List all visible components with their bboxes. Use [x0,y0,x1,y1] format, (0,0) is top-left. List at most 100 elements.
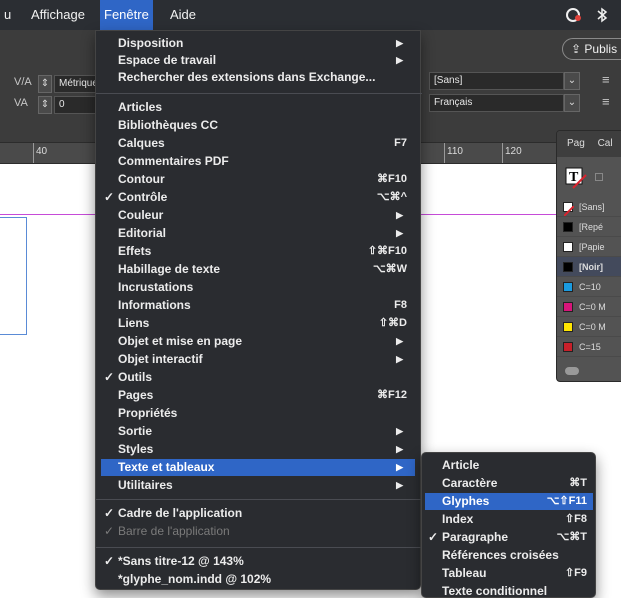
text-frame-edge [26,217,27,334]
menu-item-pages[interactable]: Pages ⌘F12 [101,387,415,404]
menu-item-styles[interactable]: Styles ▶ [101,441,415,458]
swatch-chip [563,282,573,292]
ruler-tick [502,143,503,163]
submenu-item-shortcut: ⌥⇧F11 [546,495,587,507]
menu-item-sortie[interactable]: Sortie ▶ [101,423,415,440]
menu-item-bibliotheques-cc[interactable]: Bibliothèques CC [101,117,415,134]
menu-item-label: *glyphe_nom.indd @ 102% [118,572,272,586]
tracking-stepper[interactable]: ⇕ [38,75,52,93]
align-left-icon[interactable]: ≡ [602,72,610,87]
menu-item-barre-de-l-application[interactable]: ✓ Barre de l'application [101,523,415,540]
swatch-row[interactable]: [Sans] [557,197,621,217]
menu-item-informations[interactable]: Informations F8 [101,297,415,314]
menu-item-effets[interactable]: Effets ⇧⌘F10 [101,243,415,260]
menubar-item-aide[interactable]: Aide [166,0,200,30]
menu-item-contour[interactable]: Contour ⌘F10 [101,171,415,188]
menu-item-incrustations[interactable]: Incrustations [101,279,415,296]
submenu-item-label: Caractère [442,476,498,490]
menu-item-texte-et-tableaux[interactable]: Texte et tableaux ▶ [101,459,415,476]
ruler-label: 110 [447,146,463,157]
menu-item-label: Objet interactif [118,352,203,366]
swatch-row[interactable]: C=0 M [557,297,621,317]
checkmark-icon: ✓ [428,530,439,544]
bluetooth-icon[interactable] [594,7,610,23]
submenu-item-article[interactable]: Article [425,457,593,474]
submenu-item-label: Article [442,458,480,472]
menu-item-label: Utilitaires [118,478,173,492]
submenu-item-index[interactable]: Index ⇧F8 [425,511,593,528]
swatch-row[interactable]: [Repé [557,217,621,237]
menu-item-glyphe-nom-indd-102[interactable]: *glyphe_nom.indd @ 102% [101,571,415,588]
menu-item-label: Objet et mise en page [118,334,243,348]
tracking-input[interactable]: Métrique [54,75,96,93]
menu-item-articles[interactable]: Articles [101,99,415,116]
menubar-item-affichage[interactable]: Affichage [27,0,89,30]
menu-bar: u Affichage Fenêtre Aide [0,0,621,30]
menu-item-shortcut: ⌥⌘^ [376,191,407,203]
swatch-row[interactable]: C=15 [557,337,621,357]
cloud-icon[interactable] [565,367,579,375]
publish-button[interactable]: ⇪ Publis [562,38,621,60]
menu-item-label: Incrustations [118,280,194,294]
chevron-down-icon[interactable]: ⌄ [564,94,580,112]
kerning-input[interactable]: 0 [54,96,96,114]
submenu-item-shortcut: ⌥⌘T [556,531,587,543]
submenu-item-label: Tableau [442,566,487,580]
menu-item-editorial[interactable]: Editorial ▶ [101,225,415,242]
creative-cloud-icon[interactable] [566,7,582,23]
submenu-item-tableau[interactable]: Tableau ⇧F9 [425,565,593,582]
menu-item-controle[interactable]: ✓ Contrôle ⌥⌘^ [101,189,415,206]
submenu-arrow-icon: ▶ [396,426,403,436]
menu-item-espace-de-travail[interactable]: Espace de travail ▶ [101,52,415,69]
menu-item-disposition[interactable]: Disposition ▶ [101,35,415,52]
ruler-label: 120 [505,146,522,157]
submenu-item-paragraphe[interactable]: ✓ Paragraphe ⌥⌘T [425,529,593,546]
swatch-chip [563,222,573,232]
character-style-select[interactable]: [Sans] [429,72,564,90]
tab-calques[interactable]: Cal [588,138,613,149]
menubar-item-fenetre[interactable]: Fenêtre [100,0,153,30]
menu-item-objet-et-mise-en-page[interactable]: Objet et mise en page ▶ [101,333,415,350]
menu-item-couleur[interactable]: Couleur ▶ [101,207,415,224]
submenu-item-glyphes[interactable]: Glyphes ⌥⇧F11 [425,493,593,510]
menu-item-rechercher-des-extensions-dans-exchange[interactable]: Rechercher des extensions dans Exchange.… [101,69,415,86]
tab-pages[interactable]: Pag [557,138,585,149]
menu-item-shortcut: ⌘F10 [377,173,407,185]
submenu-item-label: Paragraphe [442,530,509,544]
align-center-icon[interactable]: ≡ [602,94,610,109]
submenu-item-references-croisees[interactable]: Références croisées [425,547,593,564]
submenu-item-label: Index [442,512,474,526]
menu-item-utilitaires[interactable]: Utilitaires ▶ [101,477,415,494]
swatch-row[interactable]: [Noir] [557,257,621,277]
swatch-chip [563,322,573,332]
menubar-item-partial[interactable]: u [0,0,15,30]
swatches-panel: Pag Cal T [Sans] [Repé [Papie [Noir] C=10 C=0… [556,130,621,382]
menu-item-liens[interactable]: Liens ⇧⌘D [101,315,415,332]
share-icon: ⇪ [571,42,585,56]
menu-item-proprietes[interactable]: Propriétés [101,405,415,422]
menu-item-commentaires-pdf[interactable]: Commentaires PDF [101,153,415,170]
menu-item-calques[interactable]: Calques F7 [101,135,415,152]
menu-item-cadre-de-l-application[interactable]: ✓ Cadre de l'application [101,505,415,522]
swatch-row[interactable]: C=10 [557,277,621,297]
swatch-row[interactable]: C=0 M [557,317,621,337]
swatch-mode-icon[interactable] [595,173,603,181]
kerning-stepper[interactable]: ⇕ [38,96,52,114]
submenu-item-texte-conditionnel[interactable]: Texte conditionnel [425,583,593,598]
chevron-down-icon[interactable]: ⌄ [564,72,580,90]
menu-item-outils[interactable]: ✓ Outils [101,369,415,386]
menu-item-label: Bibliothèques CC [118,118,219,132]
checkmark-icon: ✓ [104,370,115,384]
menu-item-shortcut: F7 [394,137,407,149]
menu-item-habillage-de-texte[interactable]: Habillage de texte ⌥⌘W [101,261,415,278]
swatch-name: [Sans] [579,202,605,212]
text-fill-icon[interactable]: T [565,167,587,189]
language-select[interactable]: Français [429,94,564,112]
swatch-row[interactable]: [Papie [557,237,621,257]
submenu-item-shortcut: ⇧F8 [564,513,587,525]
submenu-item-label: Glyphes [442,494,490,508]
menu-item-objet-interactif[interactable]: Objet interactif ▶ [101,351,415,368]
menu-item-sans-titre-12-143[interactable]: ✓ *Sans titre-12 @ 143% [101,553,415,570]
submenu-item-caractere[interactable]: Caractère ⌘T [425,475,593,492]
submenu-item-label: Texte conditionnel [442,584,548,598]
